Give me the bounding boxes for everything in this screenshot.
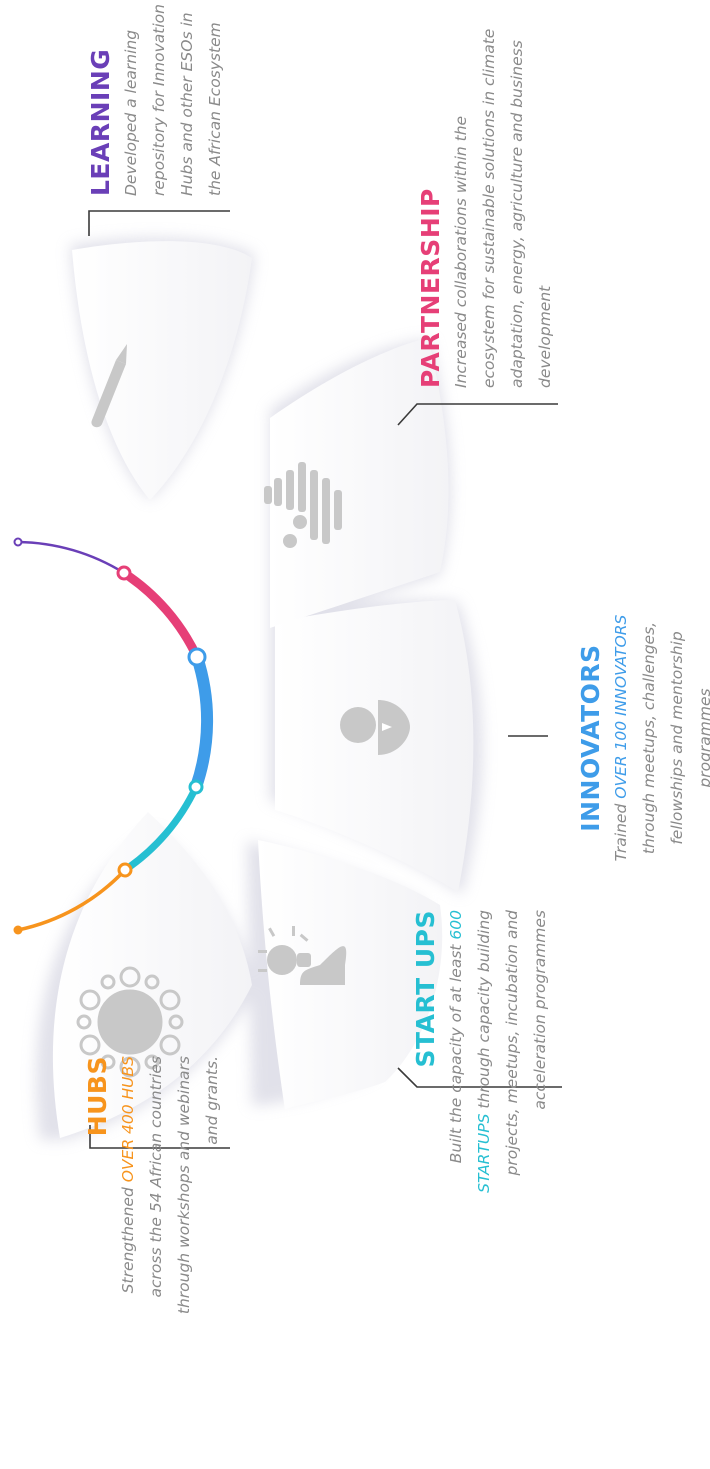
hubs-text-before: Strengthened (119, 1182, 137, 1294)
learning-title: LEARNING (86, 48, 115, 196)
innovators-text: Trained OVER 100 INNOVATORS through meet… (607, 588, 710, 888)
innovators-block: INNOVATORS Trained OVER 100 INNOVATORS t… (575, 588, 710, 888)
hubs-block: HUBS Strengthened OVER 400 HUBS across t… (82, 1038, 226, 1468)
arc-partnership (121, 569, 202, 659)
startups-title: START UPS (411, 910, 440, 1068)
panel-learning (72, 241, 252, 500)
arc-innovators (190, 655, 214, 789)
startups-text-before: Built the capacity of at least (447, 939, 465, 1164)
hubs-text: Strengthened OVER 400 HUBS across the 54… (114, 1056, 226, 1318)
learning-text: Developed a learning repository for Inno… (122, 4, 224, 196)
partnership-text: Increased collaborations within the ecos… (452, 28, 554, 388)
partnership-title: PARTNERSHIP (416, 188, 445, 388)
node-partnership (116, 565, 132, 581)
innovators-text-before: Trained (612, 798, 630, 862)
panel-innovators (275, 600, 474, 892)
learning-block: LEARNING Developed a learning repository… (85, 0, 229, 196)
arc-learning (17, 540, 125, 575)
node-innovators (187, 647, 207, 667)
innovators-title: INNOVATORS (576, 644, 605, 832)
hubs-text-after: across the 54 African countries through … (147, 1056, 221, 1315)
node-learning-end (13, 537, 23, 547)
hubs-title: HUBS (83, 1056, 112, 1137)
startups-text: Built the capacity of at least 600 START… (442, 910, 554, 1210)
innovators-text-after: through meetups, challenges, fellowships… (640, 621, 710, 855)
innovators-highlight: OVER 100 INNOVATORS (612, 614, 630, 799)
tick-learning (88, 210, 230, 236)
node-hubs (117, 862, 133, 878)
partnership-block: PARTNERSHIP Increased collaborations wit… (415, 8, 559, 388)
node-startups (188, 779, 204, 795)
startups-block: START UPS Built the capacity of at least… (410, 890, 554, 1210)
node-hubs-end (13, 925, 23, 935)
hubs-highlight: OVER 400 HUBS (119, 1056, 137, 1183)
